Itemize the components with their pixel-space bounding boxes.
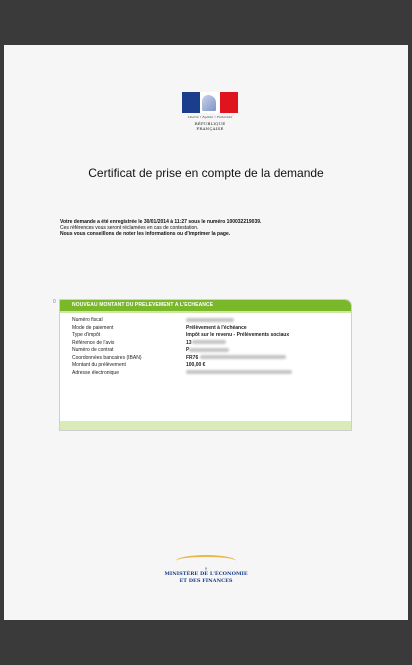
motto: Liberté • Égalité • Fraternité xyxy=(187,115,233,119)
ministry-logo: ⟠ MINISTÈRE DE L'ÉCONOMIE ET DES FINANCE… xyxy=(4,555,408,585)
detail-label: Référence de l'avis xyxy=(72,339,115,346)
detail-value: 100,00 € xyxy=(186,362,206,368)
detail-label: Numéro de contrat xyxy=(72,347,114,353)
republique-francaise-logo: Liberté • Égalité • Fraternité RÉPUBLIQU… xyxy=(182,92,238,131)
detail-label: Numéro fiscal xyxy=(72,317,103,323)
certificate-page: Liberté • Égalité • Fraternité RÉPUBLIQU… xyxy=(4,45,408,620)
page-title: Certificat de prise en compte de la dema… xyxy=(88,166,324,180)
redacted-value xyxy=(199,355,286,360)
detail-row: Mode de paiement Prélèvement à l'échéanc… xyxy=(72,325,351,333)
detail-value: Impôt sur le revenu - Prélèvements socia… xyxy=(186,332,290,338)
detail-row: Montant du prélèvement 100,00 € xyxy=(72,362,351,370)
detail-label: Montant du prélèvement xyxy=(72,362,126,368)
detail-label: Mode de paiement xyxy=(72,324,114,331)
confirmation-text: Votre demande a été enregistrée le 30/01… xyxy=(60,219,360,237)
advice-line: Nous vous conseillons de noter les infor… xyxy=(60,231,231,237)
redacted-value xyxy=(191,340,226,345)
detail-value: 13 xyxy=(186,339,192,346)
detail-row: Adresse électronique xyxy=(72,370,351,378)
card-heading: NOUVEAU MONTANT DU PRELEVEMENT A L'ECHEA… xyxy=(60,300,351,311)
section-marker: 0 xyxy=(53,299,56,305)
redacted-value xyxy=(186,370,292,375)
payment-details-card: NOUVEAU MONTANT DU PRELEVEMENT A L'ECHEA… xyxy=(59,299,352,431)
detail-label: Type d'impôt xyxy=(72,332,101,338)
republic-name: RÉPUBLIQUE FRANÇAISE xyxy=(194,121,226,131)
ministry-name-line2: ET DES FINANCES xyxy=(179,578,233,584)
detail-row: Numéro de contrat P xyxy=(72,347,351,355)
detail-value: FR76 xyxy=(186,354,199,361)
detail-label: Coordonnées bancaires (IBAN) xyxy=(72,354,142,361)
redacted-value xyxy=(186,317,234,322)
detail-row: Type d'impôt Impôt sur le revenu - Prélè… xyxy=(72,332,351,340)
marianne-flag-icon xyxy=(182,92,238,113)
ministry-name-line1: MINISTÈRE DE L'ÉCONOMIE xyxy=(164,571,248,577)
redacted-value xyxy=(189,347,230,352)
detail-row: Référence de l'avis 13 xyxy=(72,340,351,348)
card-footer-bar xyxy=(60,421,351,430)
detail-row: Coordonnées bancaires (IBAN) FR76 xyxy=(72,355,351,363)
detail-row: Numéro fiscal xyxy=(72,317,351,325)
detail-label: Adresse électronique xyxy=(72,369,119,376)
detail-value: Prélèvement à l'échéance xyxy=(186,324,247,331)
